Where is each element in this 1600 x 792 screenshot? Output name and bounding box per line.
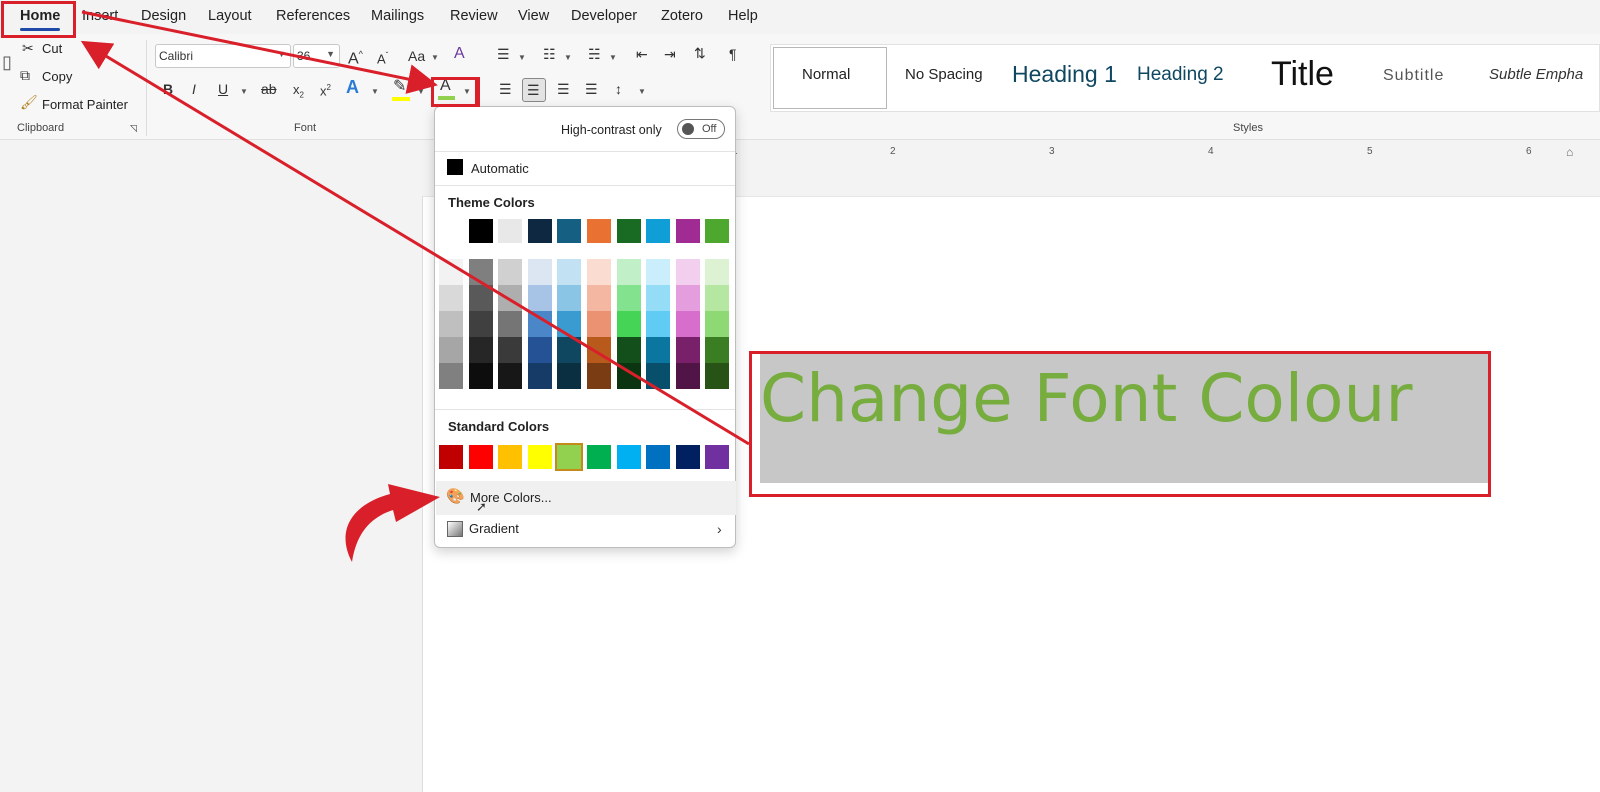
annotation-arrows: [80, 10, 750, 562]
curved-arrow-icon: [345, 484, 440, 562]
arrow-to-home: [80, 40, 750, 446]
